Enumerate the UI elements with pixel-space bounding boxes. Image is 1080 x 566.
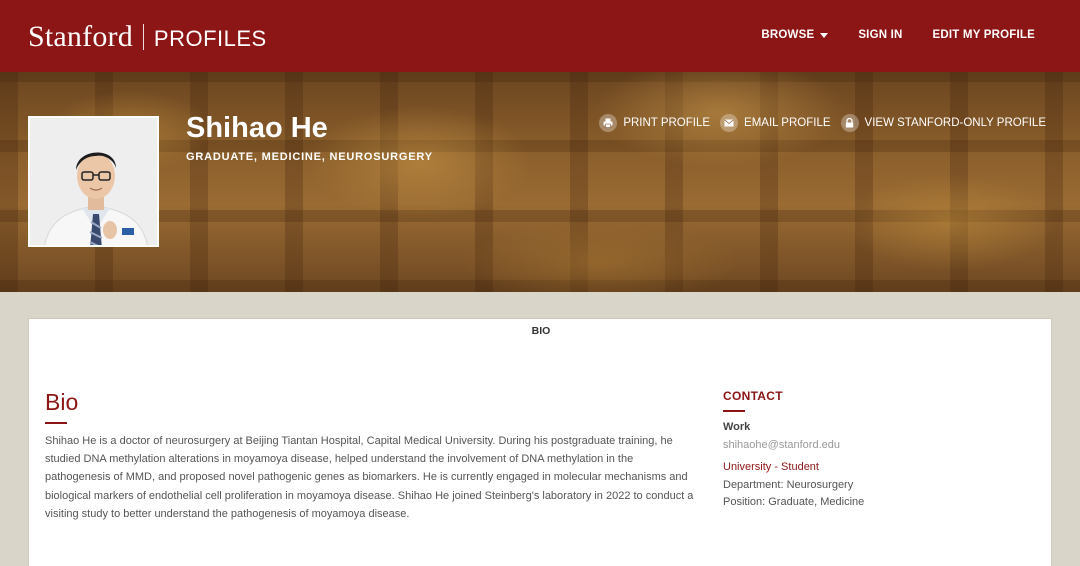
- email-profile-button[interactable]: EMAIL PROFILE: [720, 114, 831, 132]
- profile-actions: PRINT PROFILE EMAIL PROFILE VIEW STANFOR…: [599, 114, 1046, 132]
- print-profile-label: PRINT PROFILE: [623, 117, 711, 129]
- contact-role: University - Student: [723, 461, 819, 473]
- nav-browse-label: BROWSE: [761, 29, 815, 41]
- brand-profiles: PROFILES: [153, 26, 267, 51]
- contact-work-label: Work: [723, 421, 751, 433]
- top-navbar: Stanford PROFILES BROWSE SIGN IN EDIT MY…: [0, 0, 1080, 72]
- brand-stanford: Stanford: [28, 20, 133, 53]
- bio-heading-underline: [45, 422, 67, 424]
- tab-bio[interactable]: BIO: [29, 325, 1053, 337]
- main-nav: BROWSE SIGN IN EDIT MY PROFILE: [761, 29, 1035, 41]
- email-profile-label: EMAIL PROFILE: [744, 117, 831, 129]
- profile-photo: [28, 116, 159, 247]
- contact-heading: CONTACT: [723, 389, 783, 403]
- contact-department: Department: Neurosurgery: [723, 479, 854, 491]
- contact-email-link[interactable]: shihaohe@stanford.edu: [723, 439, 840, 451]
- nav-edit-my-profile-label: EDIT MY PROFILE: [932, 29, 1035, 41]
- profile-name: Shihao He: [186, 112, 328, 144]
- profile-subtitle: GRADUATE, MEDICINE, NEUROSURGERY: [186, 151, 433, 163]
- contact-position: Position: Graduate, Medicine: [723, 496, 865, 508]
- person-portrait-image: [30, 118, 157, 245]
- print-profile-button[interactable]: PRINT PROFILE: [599, 114, 710, 132]
- bio-text: Shihao He is a doctor of neurosurgery at…: [45, 435, 694, 520]
- nav-browse[interactable]: BROWSE: [761, 29, 829, 41]
- view-stanford-only-profile-button[interactable]: VIEW STANFORD-ONLY PROFILE: [840, 114, 1046, 132]
- brand-divider: [142, 24, 144, 50]
- nav-edit-my-profile[interactable]: EDIT MY PROFILE: [933, 29, 1035, 41]
- bio-heading: Bio: [45, 389, 79, 415]
- view-stanford-only-profile-label: VIEW STANFORD-ONLY PROFILE: [864, 117, 1046, 129]
- lock-icon: [840, 114, 859, 132]
- nav-sign-in[interactable]: SIGN IN: [858, 29, 902, 41]
- envelope-icon: [720, 114, 739, 132]
- nav-sign-in-label: SIGN IN: [858, 29, 903, 41]
- stanford-profiles-logo[interactable]: Stanford PROFILES: [28, 20, 267, 54]
- print-icon: [599, 114, 618, 132]
- profile-banner: Shihao He GRADUATE, MEDICINE, NEUROSURGE…: [0, 72, 1080, 292]
- chevron-down-icon: [820, 32, 829, 38]
- profile-content-card: BIO Bio Shihao He is a doctor of neurosu…: [28, 318, 1052, 566]
- contact-heading-underline: [723, 410, 745, 412]
